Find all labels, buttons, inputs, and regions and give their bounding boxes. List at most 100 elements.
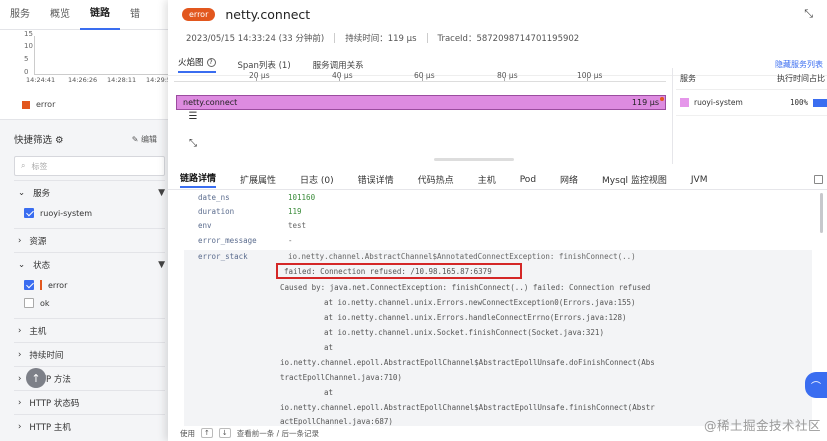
filter-group-resource[interactable]: › 资源 bbox=[14, 228, 165, 252]
scroll-top-icon[interactable]: ↑ bbox=[26, 368, 46, 388]
checkbox[interactable] bbox=[24, 208, 34, 218]
drawer-title: netty.connect bbox=[225, 6, 311, 22]
panel-toggle-icon[interactable] bbox=[814, 175, 823, 184]
status-option-error[interactable]: error bbox=[0, 276, 179, 294]
watermark: @稀土掘金技术社区 bbox=[703, 418, 821, 433]
service-color-swatch bbox=[680, 98, 689, 107]
collapse-icon[interactable]: ⤡ bbox=[186, 138, 200, 152]
y-tick: 0 bbox=[24, 68, 29, 76]
tab-error-detail[interactable]: 错误详情 bbox=[358, 173, 394, 186]
tab-mysql[interactable]: Mysql 监控视图 bbox=[602, 173, 667, 186]
ratio-bar bbox=[813, 98, 827, 107]
trace-time: 2023/05/15 14:33:24 (33 分钟前) bbox=[186, 34, 325, 44]
stack-line: Caused by: java.net.ConnectException: fi… bbox=[280, 283, 651, 292]
service-option[interactable]: ruoyi-system bbox=[0, 204, 179, 222]
filter-icon[interactable]: ▼ bbox=[158, 188, 165, 198]
stack-line: at io.netty.channel.unix.Errors.newConne… bbox=[324, 298, 636, 307]
search-icon: ⌕ bbox=[21, 161, 26, 170]
status-option-ok[interactable]: ok bbox=[0, 294, 179, 312]
stack-line: io.netty.channel.epoll.AbstractEpollChan… bbox=[280, 403, 655, 412]
tag-search-input[interactable]: ⌕ 标签 bbox=[14, 156, 165, 176]
time-ruler: 20 µs 40 µs 60 µs 80 µs 100 µs bbox=[174, 68, 666, 82]
tab-trace-detail[interactable]: 链路详情 bbox=[180, 171, 217, 188]
tab-pod[interactable]: Pod bbox=[520, 175, 536, 185]
filter-icon[interactable]: ▼ bbox=[158, 260, 165, 270]
attr-row: env test bbox=[198, 221, 307, 230]
screen: 服务 概览 链路 错 15 10 5 0 14:24:41 14:26:26 1… bbox=[0, 0, 827, 441]
filter-group-status[interactable]: ⌄ 状态 ▼ bbox=[14, 252, 165, 276]
x-tick: 14:28:11 bbox=[107, 76, 137, 84]
arrow-up-key: ↑ bbox=[201, 428, 213, 438]
ruler-tick: 80 µs bbox=[497, 71, 518, 80]
filter-group-host[interactable]: › 主机 bbox=[14, 318, 165, 342]
tab-services[interactable]: 服务 bbox=[0, 0, 40, 30]
filter-group-service[interactable]: ⌄ 服务 ▼ bbox=[14, 180, 165, 204]
attribute-list: date_ns 101160 duration 119 env test error_… bbox=[184, 192, 812, 426]
status-marker bbox=[40, 280, 42, 290]
error-dot bbox=[660, 97, 664, 101]
quick-filter-title: 快捷筛选 ⚙ bbox=[14, 135, 64, 146]
service-row[interactable]: ruoyi-system 100% bbox=[676, 90, 827, 116]
flamegraph[interactable]: 20 µs 40 µs 60 µs 80 µs 100 µs netty.con… bbox=[168, 68, 673, 164]
help-float-button[interactable]: ⌒ bbox=[805, 372, 827, 398]
filter-group-http-host[interactable]: › HTTP 主机 bbox=[14, 414, 165, 438]
checkbox[interactable] bbox=[24, 298, 34, 308]
error-chart: 15 10 5 0 14:24:41 14:26:26 14:28:11 14:… bbox=[0, 30, 184, 90]
tab-jvm[interactable]: JVM bbox=[691, 175, 708, 185]
y-tick: 5 bbox=[24, 55, 29, 63]
stack-line: at io.netty.channel.unix.Socket.finishCo… bbox=[324, 328, 604, 337]
detail-tabs: 链路详情 扩展属性 日志 (0) 错误详情 代码热点 主机 Pod 网络 Mys… bbox=[168, 170, 827, 190]
y-axis bbox=[34, 36, 35, 74]
tab-extended-attrs[interactable]: 扩展属性 bbox=[240, 173, 276, 186]
tab-network[interactable]: 网络 bbox=[560, 173, 578, 186]
x-tick: 14:24:41 bbox=[26, 76, 56, 84]
chevron-right-icon: › bbox=[18, 349, 22, 360]
quick-filter-header: 快捷筛选 ⚙ ✎ 编辑 bbox=[0, 126, 179, 152]
service-panel: 服务 执行时间占比 ruoyi-system 100% bbox=[676, 68, 827, 164]
chevron-down-icon: ⌄ bbox=[18, 259, 26, 270]
x-axis bbox=[34, 74, 184, 75]
trace-detail-drawer: error netty.connect ⤡ 2023/05/15 14:33:2… bbox=[168, 0, 827, 441]
filter-group-http-status[interactable]: › HTTP 状态码 bbox=[14, 390, 165, 414]
trace-id: TraceId：5872098714701195902 bbox=[437, 34, 580, 44]
legend-label: error bbox=[36, 100, 56, 109]
resize-handle[interactable] bbox=[434, 158, 514, 161]
tab-logs[interactable]: 日志 (0) bbox=[300, 173, 334, 186]
stack-line: at bbox=[324, 388, 334, 397]
info-icon: ? bbox=[206, 58, 216, 67]
checkbox[interactable] bbox=[24, 280, 34, 290]
tab-code-hotspot[interactable]: 代码热点 bbox=[418, 173, 454, 186]
tab-traces[interactable]: 链路 bbox=[80, 0, 120, 30]
x-tick: 14:26:26 bbox=[68, 76, 98, 84]
attr-row: date_ns 101160 bbox=[198, 193, 316, 202]
legend-swatch bbox=[22, 100, 30, 109]
edit-button[interactable]: ✎ 编辑 bbox=[132, 134, 157, 145]
ruler-tick: 60 µs bbox=[414, 71, 435, 80]
chevron-right-icon: › bbox=[18, 235, 22, 246]
tab-host[interactable]: 主机 bbox=[478, 173, 496, 186]
stack-line: tractEpollChannel.java:710) bbox=[280, 373, 402, 382]
pencil-icon: ✎ bbox=[131, 134, 139, 144]
chevron-right-icon: › bbox=[18, 421, 22, 432]
y-tick: 10 bbox=[24, 42, 33, 50]
drawer-header: error netty.connect bbox=[168, 0, 827, 28]
status-badge: error bbox=[182, 7, 216, 21]
scrollbar[interactable] bbox=[820, 193, 823, 233]
ruler-tick: 40 µs bbox=[332, 71, 353, 80]
trace-duration: 持续时间：119 µs bbox=[345, 34, 417, 44]
highlight-box bbox=[276, 263, 522, 279]
gear-icon[interactable]: ⚙ bbox=[55, 135, 64, 146]
trace-meta: 2023/05/15 14:33:24 (33 分钟前) 持续时间：119 µs… bbox=[168, 28, 827, 48]
arrow-down-key: ↓ bbox=[218, 428, 231, 438]
chart-legend: error bbox=[0, 90, 179, 120]
tab-overview[interactable]: 概览 bbox=[40, 0, 80, 30]
filter-group-duration[interactable]: › 持续时间 bbox=[14, 342, 165, 366]
ruler-tick: 100 µs bbox=[577, 71, 603, 80]
stack-line: at bbox=[324, 343, 334, 352]
list-icon[interactable]: ☰ bbox=[186, 111, 200, 125]
top-tabs: 服务 概览 链路 错 bbox=[0, 0, 179, 30]
flame-span[interactable]: netty.connect 119 µs bbox=[176, 95, 666, 110]
chevron-down-icon: ⌄ bbox=[18, 187, 26, 198]
expand-icon[interactable]: ⤡ bbox=[804, 7, 813, 21]
tab-errors[interactable]: 错 bbox=[120, 0, 150, 30]
